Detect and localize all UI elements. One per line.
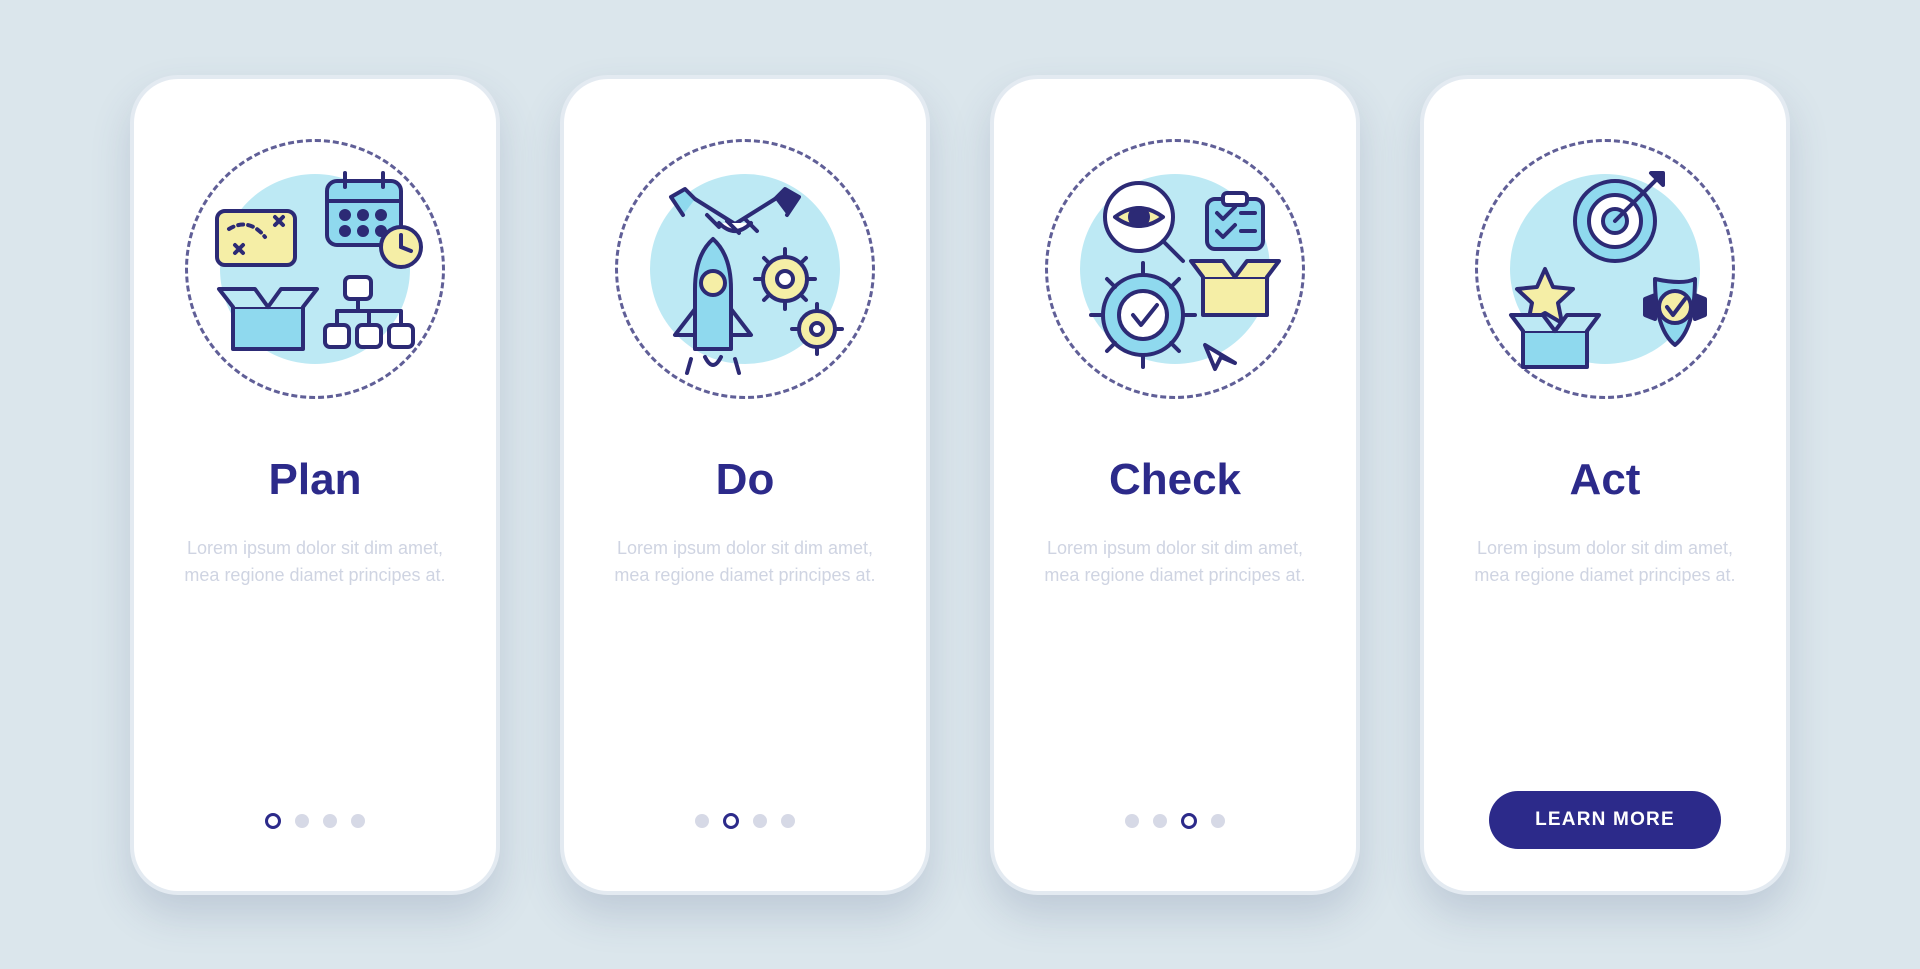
dot-3[interactable] bbox=[753, 814, 767, 828]
plan-icon bbox=[205, 159, 425, 379]
dot-1[interactable] bbox=[695, 814, 709, 828]
card-do: Do Lorem ipsum dolor sit dim amet, mea r… bbox=[560, 75, 930, 895]
dot-2[interactable] bbox=[295, 814, 309, 828]
card-plan: Plan Lorem ipsum dolor sit dim amet, mea… bbox=[130, 75, 500, 895]
illustration-act bbox=[1475, 139, 1735, 399]
card-description: Lorem ipsum dolor sit dim amet, mea regi… bbox=[605, 535, 885, 591]
pagination-dots bbox=[695, 793, 795, 849]
do-icon bbox=[635, 159, 855, 379]
card-act: Act Lorem ipsum dolor sit dim amet, mea … bbox=[1420, 75, 1790, 895]
card-title: Do bbox=[716, 455, 775, 505]
card-description: Lorem ipsum dolor sit dim amet, mea regi… bbox=[1465, 535, 1745, 591]
onboarding-stage: Plan Lorem ipsum dolor sit dim amet, mea… bbox=[130, 75, 1790, 895]
check-icon bbox=[1065, 159, 1285, 379]
card-check: Check Lorem ipsum dolor sit dim amet, me… bbox=[990, 75, 1360, 895]
card-description: Lorem ipsum dolor sit dim amet, mea regi… bbox=[1035, 535, 1315, 591]
dot-2[interactable] bbox=[1153, 814, 1167, 828]
card-title: Act bbox=[1570, 455, 1641, 505]
dot-1[interactable] bbox=[265, 813, 281, 829]
dot-4[interactable] bbox=[1211, 814, 1225, 828]
pagination-dots bbox=[265, 793, 365, 849]
dot-1[interactable] bbox=[1125, 814, 1139, 828]
dot-2[interactable] bbox=[723, 813, 739, 829]
learn-more-button[interactable]: LEARN MORE bbox=[1489, 791, 1721, 849]
illustration-plan bbox=[185, 139, 445, 399]
pagination-dots bbox=[1125, 793, 1225, 849]
card-title: Check bbox=[1109, 455, 1241, 505]
act-icon bbox=[1495, 159, 1715, 379]
illustration-check bbox=[1045, 139, 1305, 399]
dot-3[interactable] bbox=[323, 814, 337, 828]
card-description: Lorem ipsum dolor sit dim amet, mea regi… bbox=[175, 535, 455, 591]
illustration-do bbox=[615, 139, 875, 399]
dot-4[interactable] bbox=[781, 814, 795, 828]
dot-3[interactable] bbox=[1181, 813, 1197, 829]
dot-4[interactable] bbox=[351, 814, 365, 828]
card-title: Plan bbox=[269, 455, 362, 505]
